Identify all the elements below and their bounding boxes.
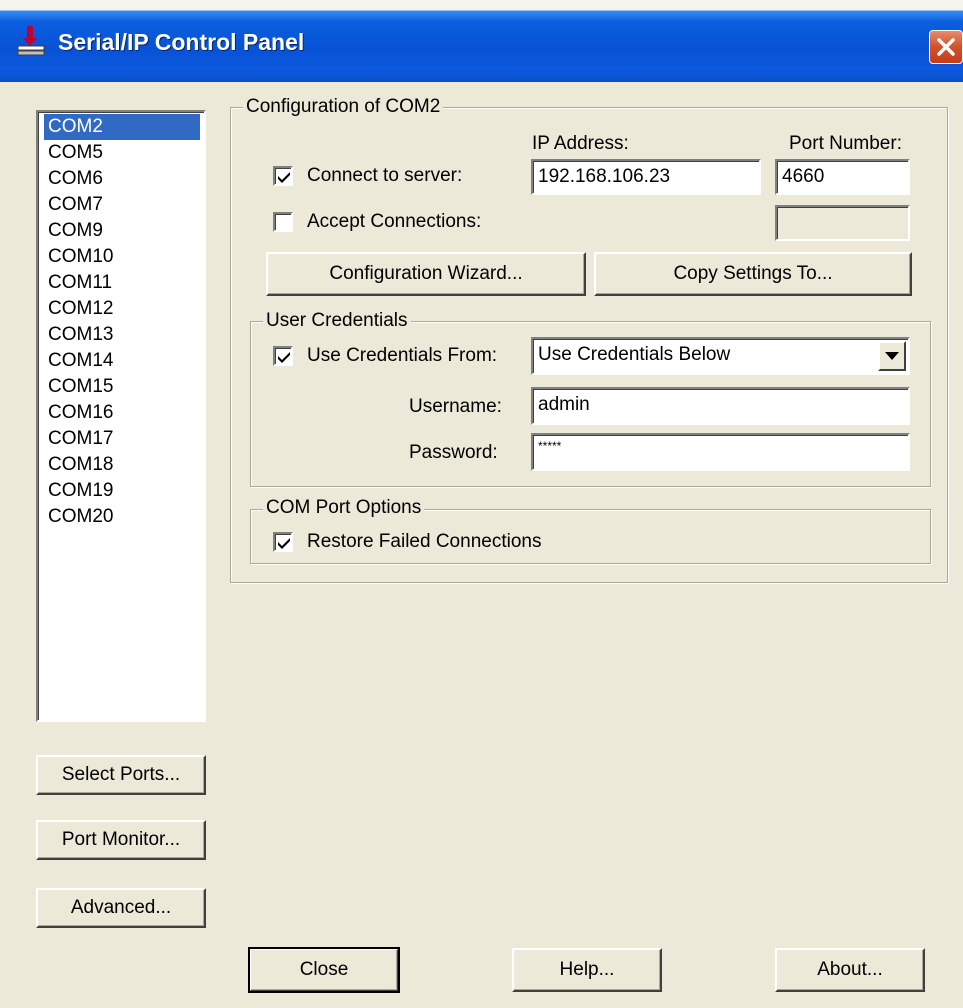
port-number-input[interactable]: 4660 — [775, 159, 910, 195]
about-button[interactable]: About... — [775, 948, 925, 992]
user-credentials-group-label: User Credentials — [263, 310, 411, 332]
list-item[interactable]: COM11 — [44, 270, 200, 296]
list-item[interactable]: COM15 — [44, 374, 200, 400]
list-item[interactable]: COM2 — [44, 114, 200, 140]
com-port-options-group-label: COM Port Options — [263, 497, 425, 519]
connect-to-server-label: Connect to server: — [307, 165, 463, 186]
restore-failed-connections-label: Restore Failed Connections — [307, 531, 542, 552]
port-number-header: Port Number: — [789, 133, 902, 154]
username-input[interactable]: admin — [531, 387, 910, 425]
advanced-button[interactable]: Advanced... — [36, 888, 206, 928]
use-credentials-from-checkbox[interactable] — [273, 346, 293, 366]
restore-failed-connections-checkbox[interactable] — [273, 532, 293, 552]
close-window-button[interactable] — [929, 30, 963, 64]
close-button[interactable]: Close — [248, 947, 400, 993]
port-list[interactable]: COM2 COM5 COM6 COM7 COM9 COM10 COM11 COM12 COM13… — [36, 110, 206, 722]
list-item[interactable]: COM13 — [44, 322, 200, 348]
use-credentials-from-label: Use Credentials From: — [307, 345, 498, 366]
port-monitor-button[interactable]: Port Monitor... — [36, 820, 206, 860]
list-item[interactable]: COM5 — [44, 140, 200, 166]
username-label: Username: — [409, 396, 502, 417]
configuration-wizard-button[interactable]: Configuration Wizard... — [266, 252, 586, 296]
list-item[interactable]: COM17 — [44, 426, 200, 452]
list-item[interactable]: COM18 — [44, 452, 200, 478]
accept-port-input[interactable] — [775, 205, 910, 241]
accept-connections-checkbox[interactable] — [273, 212, 293, 232]
list-item[interactable]: COM16 — [44, 400, 200, 426]
serial-connector-icon — [14, 24, 48, 58]
list-item[interactable]: COM12 — [44, 296, 200, 322]
list-item[interactable]: COM6 — [44, 166, 200, 192]
list-item[interactable]: COM7 — [44, 192, 200, 218]
list-item[interactable]: COM9 — [44, 218, 200, 244]
close-icon — [937, 38, 955, 56]
list-item[interactable]: COM20 — [44, 504, 200, 530]
list-item[interactable]: COM10 — [44, 244, 200, 270]
ip-address-header: IP Address: — [532, 133, 629, 154]
accept-connections-label: Accept Connections: — [307, 211, 482, 232]
window-title: Serial/IP Control Panel — [58, 29, 305, 55]
help-button[interactable]: Help... — [512, 948, 662, 992]
password-input[interactable]: ***** — [531, 433, 910, 471]
credentials-source-select[interactable]: Use Credentials Below — [531, 337, 910, 375]
password-label: Password: — [409, 442, 498, 463]
list-item[interactable]: COM14 — [44, 348, 200, 374]
copy-settings-button[interactable]: Copy Settings To... — [594, 252, 912, 296]
list-item[interactable]: COM19 — [44, 478, 200, 504]
configuration-group-label: Configuration of COM2 — [243, 96, 444, 118]
credentials-source-value: Use Credentials Below — [538, 344, 731, 365]
select-ports-button[interactable]: Select Ports... — [36, 755, 206, 795]
connect-to-server-checkbox[interactable] — [273, 166, 293, 186]
chevron-down-icon[interactable] — [878, 341, 906, 371]
ip-address-input[interactable]: 192.168.106.23 — [531, 159, 761, 195]
